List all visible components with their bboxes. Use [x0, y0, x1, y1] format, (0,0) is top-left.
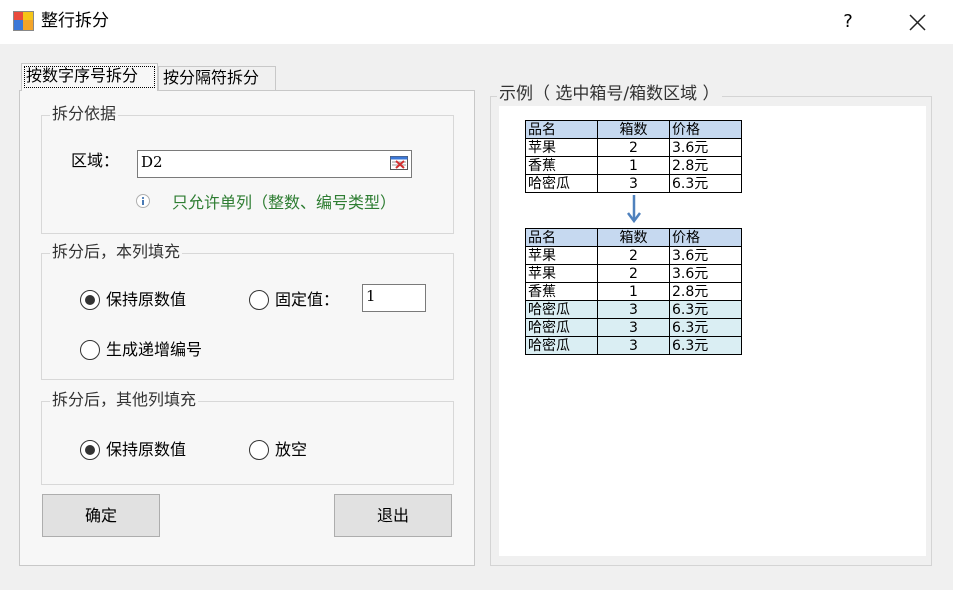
table-cell: 3.6元 [669, 246, 742, 265]
table-cell: 3.6元 [669, 138, 742, 157]
table-header-cell: 价格 [669, 120, 742, 139]
table-row-highlighted: 哈密瓜 3 6.3元 [525, 300, 742, 319]
example-title: 示例（ 选中箱号/箱数区域 ） [497, 82, 722, 106]
group-title: 拆分后，本列填充 [50, 241, 183, 263]
fixed-value-input[interactable]: 1 [362, 284, 426, 312]
table-cell: 苹果 [525, 138, 598, 157]
table-header-row: 品名 箱数 价格 [525, 228, 742, 247]
other-columns-fill-group: 拆分后，其他列填充 保持原数值 放空 [41, 389, 454, 485]
table-row-highlighted: 哈密瓜 3 6.3元 [525, 336, 742, 355]
table-cell: 6.3元 [669, 174, 742, 193]
table-cell: 哈密瓜 [525, 174, 598, 193]
table-row: 哈密瓜 3 6.3元 [525, 174, 742, 193]
table-cell: 香蕉 [525, 156, 598, 175]
range-value: D2 [141, 153, 163, 171]
range-label: 区域： [71, 151, 120, 170]
table-cell: 6.3元 [669, 300, 742, 319]
table-header-row: 品名 箱数 价格 [525, 120, 742, 139]
table-cell: 1 [597, 156, 670, 175]
this-column-fill-group: 拆分后，本列填充 保持原数值 固定值： 1 生成递增编号 [41, 241, 454, 380]
table-cell: 哈密瓜 [525, 336, 598, 355]
close-button[interactable] [893, 6, 941, 38]
tab-label: 按分隔符拆分 [163, 68, 260, 87]
tab-by-number[interactable]: 按数字序号拆分 [21, 63, 158, 91]
table-row-highlighted: 哈密瓜 3 6.3元 [525, 318, 742, 337]
table-cell: 哈密瓜 [525, 318, 598, 337]
table-cell: 2.8元 [669, 156, 742, 175]
table-cell: 2 [597, 264, 670, 283]
example-table-before: 品名 箱数 价格 苹果 2 3.6元 香蕉 1 2.8元 哈密瓜 3 6.3元 [525, 120, 742, 193]
table-row: 香蕉 1 2.8元 [525, 156, 742, 175]
table-row: 苹果 2 3.6元 [525, 246, 742, 265]
range-input[interactable]: D2 [137, 150, 412, 178]
other-keep-original-label[interactable]: 保持原数值 [106, 439, 186, 461]
app-icon [13, 11, 34, 31]
table-cell: 3 [597, 336, 670, 355]
table-cell: 6.3元 [669, 336, 742, 355]
arrow-down-icon [627, 195, 641, 224]
leave-empty-label[interactable]: 放空 [275, 439, 307, 461]
fixed-value-label[interactable]: 固定值： [275, 289, 339, 311]
table-cell: 2.8元 [669, 282, 742, 301]
info-icon [136, 194, 150, 208]
close-icon [909, 14, 926, 31]
other-keep-original-radio[interactable] [80, 440, 100, 460]
fixed-value-radio[interactable] [249, 290, 269, 310]
title-bar: 整行拆分 ? [0, 0, 953, 44]
table-cell: 香蕉 [525, 282, 598, 301]
keep-original-label[interactable]: 保持原数值 [106, 289, 186, 311]
group-title: 拆分后，其他列填充 [50, 389, 199, 411]
table-row: 苹果 2 3.6元 [525, 264, 742, 283]
tab-by-delimiter[interactable]: 按分隔符拆分 [158, 66, 276, 90]
table-cell: 6.3元 [669, 318, 742, 337]
table-header-cell: 品名 [525, 120, 598, 139]
table-cell: 3.6元 [669, 264, 742, 283]
table-header-cell: 价格 [669, 228, 742, 247]
leave-empty-radio[interactable] [249, 440, 269, 460]
example-table-after: 品名 箱数 价格 苹果 2 3.6元 苹果 2 3.6元 香蕉 1 2.8元 哈… [525, 228, 742, 355]
table-cell: 苹果 [525, 246, 598, 265]
table-cell: 3 [597, 174, 670, 193]
table-row: 香蕉 1 2.8元 [525, 282, 742, 301]
help-button[interactable]: ? [828, 6, 868, 38]
table-cell: 2 [597, 246, 670, 265]
table-cell: 3 [597, 318, 670, 337]
table-header-cell: 箱数 [597, 228, 670, 247]
table-cell: 哈密瓜 [525, 300, 598, 319]
generate-increment-label[interactable]: 生成递增编号 [106, 339, 202, 361]
range-hint: 只允许单列（整数、编号类型） [172, 193, 397, 212]
table-cell: 2 [597, 138, 670, 157]
table-cell: 3 [597, 300, 670, 319]
exit-button[interactable]: 退出 [334, 494, 452, 537]
group-title: 拆分依据 [50, 103, 119, 125]
generate-increment-radio[interactable] [80, 340, 100, 360]
focus-rect [24, 66, 155, 88]
tab-panel: 拆分依据 区域： D2 只允许单列（整数、编号类型） 拆分后，本列填充 保持原数… [19, 90, 475, 566]
table-cell: 1 [597, 282, 670, 301]
table-cell: 苹果 [525, 264, 598, 283]
table-header-cell: 品名 [525, 228, 598, 247]
range-select-icon[interactable] [390, 156, 408, 170]
table-row: 苹果 2 3.6元 [525, 138, 742, 157]
ok-button[interactable]: 确定 [42, 494, 160, 537]
window-title: 整行拆分 [41, 11, 109, 31]
split-basis-group: 拆分依据 区域： D2 只允许单列（整数、编号类型） [41, 103, 454, 234]
table-header-cell: 箱数 [597, 120, 670, 139]
keep-original-radio[interactable] [80, 290, 100, 310]
